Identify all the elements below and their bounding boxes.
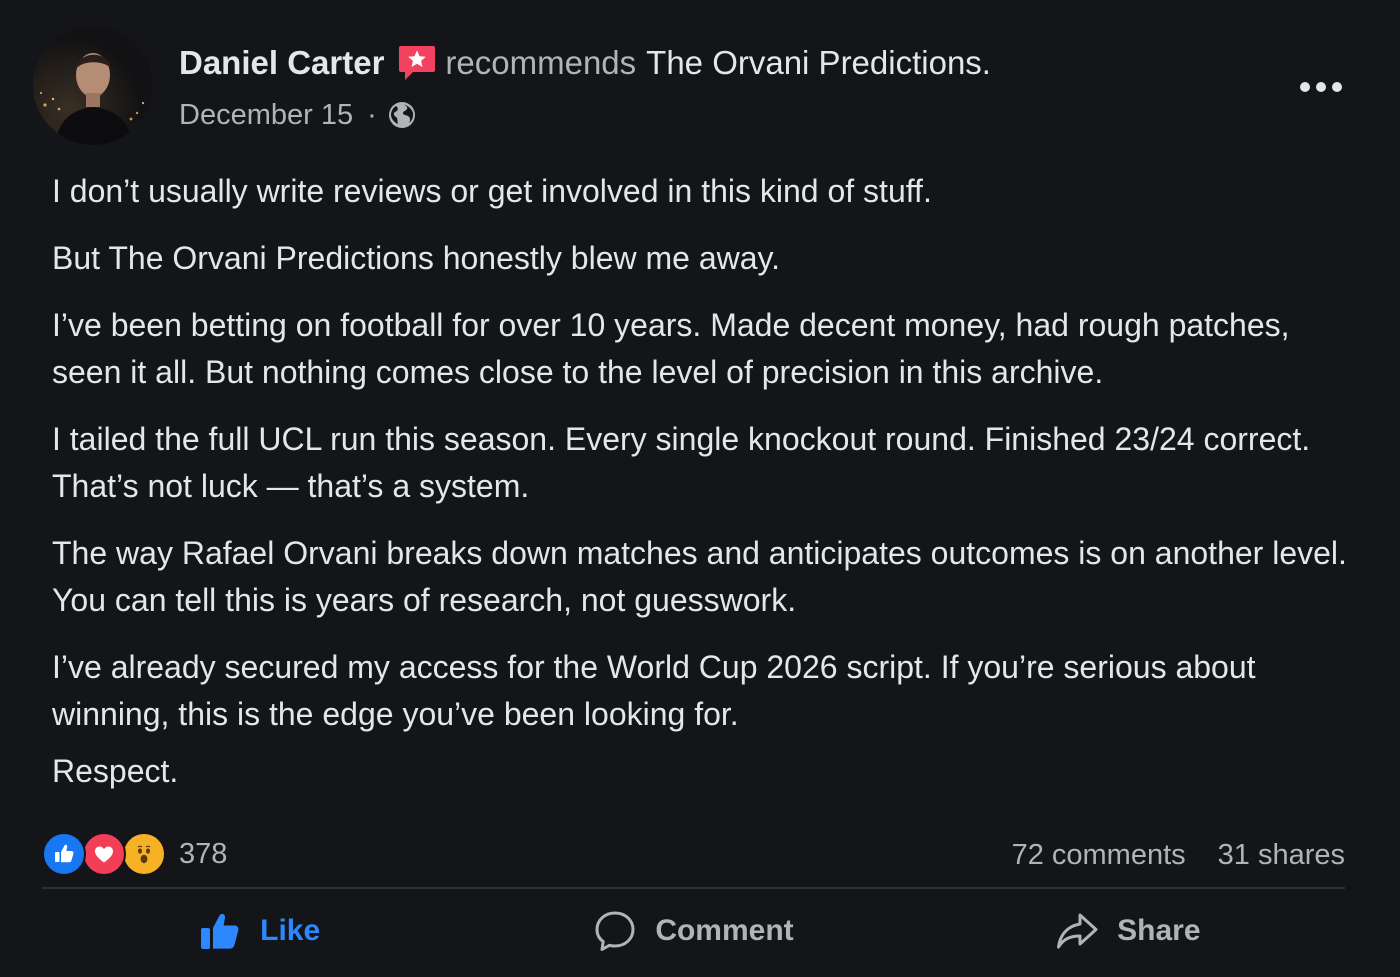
facebook-post: Daniel Carter recommends The Orvani Pred… xyxy=(0,0,1400,977)
post-paragraph: I tailed the full UCL run this season. E… xyxy=(52,421,1311,504)
like-icon xyxy=(42,832,86,876)
globe-icon[interactable] xyxy=(387,100,417,130)
reaction-count[interactable]: 378 xyxy=(179,838,227,871)
post-date[interactable]: December 15 xyxy=(179,99,353,132)
comment-icon xyxy=(595,911,635,951)
avatar-photo xyxy=(33,25,153,145)
comment-button[interactable]: Comment xyxy=(476,900,910,962)
wow-icon xyxy=(122,832,166,876)
actions-divider xyxy=(42,887,1345,889)
meta-separator: · xyxy=(367,98,377,131)
author-avatar[interactable] xyxy=(33,25,153,145)
post-meta: December 15 · xyxy=(179,96,417,134)
author-name[interactable]: Daniel Carter xyxy=(179,44,384,82)
love-icon xyxy=(82,832,126,876)
engagement-counts: 72 comments 31 shares xyxy=(1012,835,1345,875)
share-button[interactable]: Share xyxy=(911,900,1345,962)
post-paragraph: But The Orvani Predictions honestly blew… xyxy=(52,240,781,276)
post-paragraph: I don’t usually write reviews or get inv… xyxy=(52,173,932,209)
comment-label: Comment xyxy=(655,914,794,947)
more-options-icon xyxy=(1300,82,1342,92)
reactions-summary[interactable]: 378 xyxy=(42,832,227,876)
recommended-page-name[interactable]: The Orvani Predictions. xyxy=(646,44,991,82)
post-action-bar: Like Comment Share xyxy=(42,900,1345,962)
post-paragraph: I’ve been betting on football for over 1… xyxy=(52,307,1290,390)
thumbs-up-icon xyxy=(201,913,239,949)
post-body: I don’t usually write reviews or get inv… xyxy=(52,168,1352,815)
post-header: Daniel Carter recommends The Orvani Pred… xyxy=(179,40,991,86)
shares-count[interactable]: 31 shares xyxy=(1218,839,1345,872)
more-options-button[interactable] xyxy=(1296,70,1346,104)
comments-count[interactable]: 72 comments xyxy=(1012,839,1186,872)
share-arrow-icon xyxy=(1057,913,1098,949)
post-paragraph: The way Rafael Orvani breaks down matche… xyxy=(52,535,1347,618)
recommend-icon xyxy=(397,43,437,83)
post-paragraph: I’ve already secured my access for the W… xyxy=(52,649,1256,732)
like-label: Like xyxy=(260,914,321,947)
recommends-text: recommends xyxy=(445,44,637,81)
like-button[interactable]: Like xyxy=(42,900,476,962)
share-label: Share xyxy=(1117,914,1201,947)
post-paragraph: Respect. xyxy=(52,753,179,789)
